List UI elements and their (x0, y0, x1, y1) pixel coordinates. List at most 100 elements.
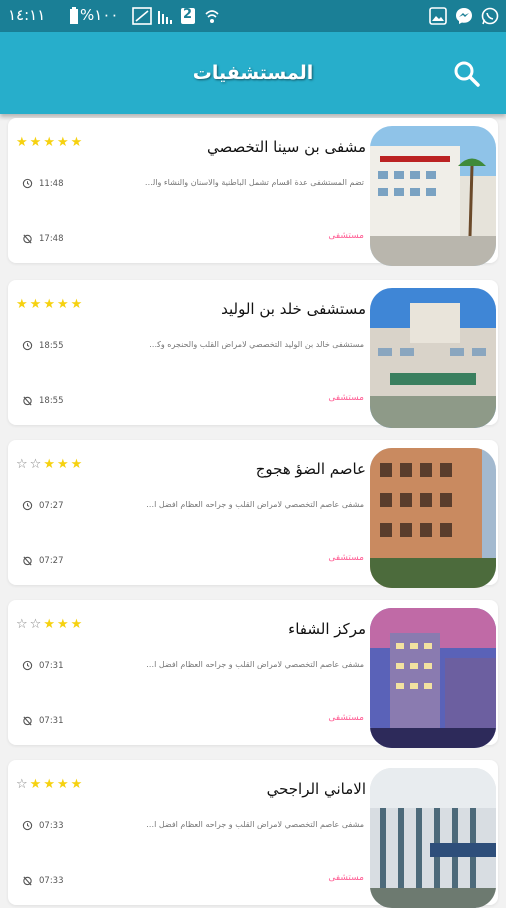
close-time-text: 17:48 (39, 233, 64, 244)
close-time: 17:48 (22, 233, 64, 244)
star-filled-icon: ★ (16, 297, 28, 312)
star-empty-icon: ☆ (29, 617, 42, 632)
open-time: 18:55 (22, 340, 64, 351)
hospital-name: عاصم الضؤ هجوج (255, 460, 366, 478)
clock-icon (22, 660, 33, 671)
whatsapp-icon (480, 6, 500, 26)
alarm-off-icon (22, 395, 33, 406)
star-filled-icon: ★ (56, 297, 69, 312)
clock-icon (22, 340, 33, 351)
hospital-type: مستشفى (328, 873, 364, 883)
battery-icon (64, 6, 84, 26)
hospital-description: مشفى عاصم التخصصي لامراض القلب و جراحه ا… (144, 820, 364, 829)
close-time: 18:55 (22, 395, 64, 406)
star-filled-icon: ★ (43, 135, 55, 150)
alarm-off-icon (22, 233, 33, 244)
hospital-card[interactable]: مشفى بن سينا التخصصي ★ ★ ★ ★ ★ تضم المستشفى عد… (8, 118, 498, 266)
star-filled-icon: ★ (43, 297, 55, 312)
star-filled-icon: ★ (56, 457, 69, 472)
signal-icon (156, 6, 176, 26)
hospital-type: مستشفى (328, 713, 364, 723)
hospital-type: مستشفى (328, 231, 364, 241)
hospital-description: مشفى عاصم التخصصي لامراض القلب و جراحه ا… (144, 500, 364, 509)
search-icon (454, 61, 480, 87)
star-filled-icon: ★ (29, 297, 42, 312)
hospital-image (370, 288, 496, 428)
open-time: 07:27 (22, 500, 64, 511)
star-filled-icon: ★ (70, 457, 83, 472)
close-time-text: 07:33 (39, 875, 64, 886)
rating-stars: ★ ★ ★ ★ ★ (16, 136, 82, 149)
open-time-text: 11:48 (39, 178, 64, 189)
rating-stars: ☆ ☆ ★ ★ ★ (16, 618, 82, 631)
close-time: 07:33 (22, 875, 64, 886)
star-filled-icon: ★ (70, 297, 83, 312)
star-filled-icon: ★ (70, 777, 83, 792)
battery-percent: %١٠٠ (80, 6, 119, 24)
hospital-name: مشفى بن سينا التخصصي (206, 138, 366, 156)
clock-icon (22, 178, 33, 189)
page-title: المستشفيات (192, 62, 314, 84)
clock-icon (22, 500, 33, 511)
alarm-off-icon (22, 715, 33, 726)
star-empty-icon: ☆ (16, 617, 28, 632)
star-filled-icon: ★ (43, 457, 55, 472)
rating-stars: ★ ★ ★ ★ ★ (16, 298, 82, 311)
close-time-text: 07:27 (39, 555, 64, 566)
star-filled-icon: ★ (43, 777, 55, 792)
screenshot-icon (132, 6, 152, 26)
alarm-off-icon (22, 555, 33, 566)
star-empty-icon: ☆ (16, 457, 28, 472)
hospital-image (370, 126, 496, 266)
wifi-icon (202, 6, 222, 26)
star-filled-icon: ★ (29, 135, 42, 150)
hospital-card[interactable]: عاصم الضؤ هجوج ☆ ☆ ★ ★ ★ مشفى عاصم التخصصي لام… (8, 440, 498, 588)
hospital-image (370, 768, 496, 908)
star-filled-icon: ★ (16, 135, 28, 150)
open-time: 07:33 (22, 820, 64, 831)
star-filled-icon: ★ (56, 135, 69, 150)
clock-icon (22, 820, 33, 831)
sim-badge: 2 (178, 6, 198, 26)
hospital-card[interactable]: مركز الشفاء ☆ ☆ ★ ★ ★ مشفى عاصم التخصصي لامراض… (8, 600, 498, 748)
star-empty-icon: ☆ (29, 457, 42, 472)
hospital-description: مشفى عاصم التخصصي لامراض القلب و جراحه ا… (144, 660, 364, 669)
hospital-card[interactable]: مستشفى خلد بن الوليد ★ ★ ★ ★ ★ مستشفى خالد بن … (8, 280, 498, 428)
open-time-text: 07:33 (39, 820, 64, 831)
star-filled-icon: ★ (56, 617, 69, 632)
rating-stars: ☆ ★ ★ ★ ★ (16, 778, 82, 791)
hospital-type: مستشفى (328, 553, 364, 563)
messenger-icon (454, 6, 474, 26)
hospital-type: مستشفى (328, 393, 364, 403)
open-time-text: 07:31 (39, 660, 64, 671)
hospital-name: الاماني الراجحي (266, 780, 366, 798)
alarm-off-icon (22, 875, 33, 886)
hospital-name: مستشفى خلد بن الوليد (221, 300, 366, 318)
gallery-icon (428, 6, 448, 26)
star-filled-icon: ★ (43, 617, 55, 632)
star-filled-icon: ★ (56, 777, 69, 792)
hospital-image (370, 448, 496, 588)
app-bar: المستشفيات (0, 32, 506, 114)
hospital-image (370, 608, 496, 748)
star-filled-icon: ★ (29, 777, 42, 792)
star-empty-icon: ☆ (16, 777, 28, 792)
search-button[interactable] (452, 59, 482, 89)
close-time: 07:27 (22, 555, 64, 566)
close-time-text: 18:55 (39, 395, 64, 406)
open-time-text: 07:27 (39, 500, 64, 511)
rating-stars: ☆ ☆ ★ ★ ★ (16, 458, 82, 471)
hospital-description: مستشفى خالد بن الوليد التخصصي لامراض الق… (144, 340, 364, 349)
close-time-text: 07:31 (39, 715, 64, 726)
star-filled-icon: ★ (70, 135, 83, 150)
close-time: 07:31 (22, 715, 64, 726)
hospital-description: تضم المستشفى عدة اقسام تشمل الباطنية وال… (144, 178, 364, 187)
open-time: 07:31 (22, 660, 64, 671)
star-filled-icon: ★ (70, 617, 83, 632)
open-time-text: 18:55 (39, 340, 64, 351)
status-time: ١٤:١١ (8, 6, 46, 24)
open-time: 11:48 (22, 178, 64, 189)
status-bar: ١٤:١١ %١٠٠ 2 (0, 0, 506, 32)
hospital-card[interactable]: الاماني الراجحي ☆ ★ ★ ★ ★ مشفى عاصم التخصصي لا… (8, 760, 498, 908)
hospital-name: مركز الشفاء (288, 620, 366, 638)
